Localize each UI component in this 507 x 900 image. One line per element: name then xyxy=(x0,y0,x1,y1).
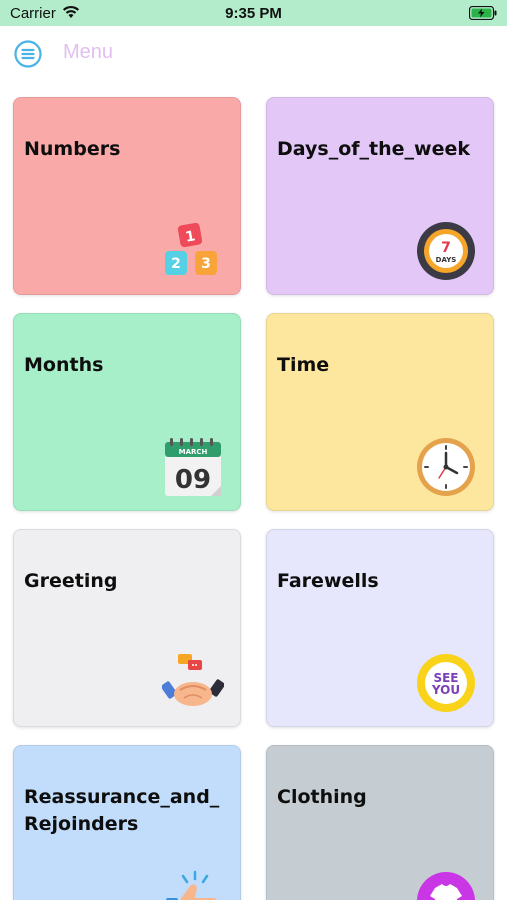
category-grid: Numbers 1 2 3 Days_of_the_week 7 DAYS Mo… xyxy=(0,0,507,900)
card-months[interactable]: Months MARCH 09 xyxy=(13,313,241,511)
card-greeting[interactable]: Greeting xyxy=(13,529,241,727)
card-numbers[interactable]: Numbers 1 2 3 xyxy=(13,97,241,295)
shirt-icon xyxy=(417,872,475,900)
card-label: Time xyxy=(277,354,330,376)
card-label: Days_of_the_week xyxy=(277,138,470,160)
seven-days-caption: DAYS xyxy=(436,256,457,264)
card-clothing[interactable]: Clothing xyxy=(266,745,494,900)
card-farewells[interactable]: Farewells SEE YOU xyxy=(266,529,494,727)
card-label: Months xyxy=(24,354,104,376)
handshake-icon xyxy=(162,654,224,706)
card-label: Numbers xyxy=(24,138,121,160)
block-number-3: 3 xyxy=(201,256,211,272)
calendar-month: MARCH xyxy=(179,448,208,456)
card-label: Reassurance_and_ Rejoinders xyxy=(24,786,220,835)
number-blocks-icon: 1 2 3 xyxy=(165,222,217,275)
card-time[interactable]: Time xyxy=(266,313,494,511)
calendar-day: 09 xyxy=(175,465,211,495)
card-days-of-the-week[interactable]: Days_of_the_week 7 DAYS xyxy=(266,97,494,295)
card-label: Farewells xyxy=(277,570,379,592)
seven-days-icon: 7 DAYS xyxy=(417,222,475,280)
clock-icon xyxy=(417,438,475,496)
calendar-icon: MARCH 09 xyxy=(165,438,221,496)
block-number-2: 2 xyxy=(171,256,181,272)
card-reassurance-and-rejoinders[interactable]: Reassurance_and_ Rejoinders xyxy=(13,745,241,900)
see-you-line-2: YOU xyxy=(431,683,460,697)
seven-days-number: 7 xyxy=(441,240,451,256)
thumbs-up-icon xyxy=(166,870,218,900)
card-label: Greeting xyxy=(24,570,118,592)
card-label: Clothing xyxy=(277,786,367,808)
see-you-icon: SEE YOU xyxy=(417,654,475,712)
